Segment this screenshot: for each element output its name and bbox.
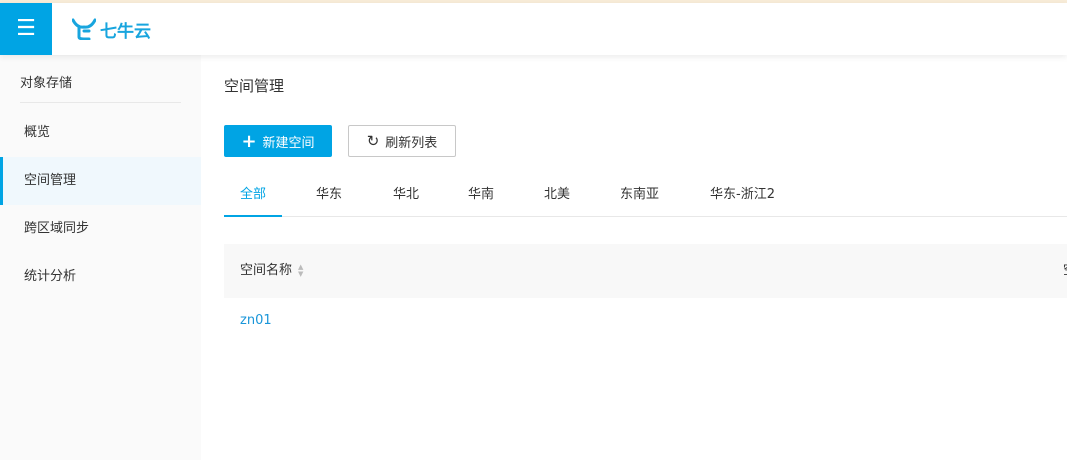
- table-header: 空间名称 ▲▼ 空间: [224, 244, 1067, 298]
- sidebar-item-statistics[interactable]: 统计分析: [0, 253, 201, 301]
- page-title: 空间管理: [224, 77, 285, 95]
- tab-north-china[interactable]: 华北: [377, 176, 435, 217]
- tab-east-china-zhejiang2[interactable]: 华东-浙江2: [694, 176, 791, 217]
- sidebar-item-bucket-management[interactable]: 空间管理: [0, 157, 201, 205]
- plus-icon: +: [241, 130, 257, 152]
- tab-all[interactable]: 全部: [224, 176, 283, 217]
- region-tabs: 全部 华东 华北 华南 北美 东南亚 华东-浙江2: [224, 176, 1067, 217]
- logo-text: 七牛云: [100, 21, 151, 42]
- column-label: 空间名称: [240, 263, 293, 278]
- tab-north-america[interactable]: 北美: [528, 176, 586, 217]
- bull-logo-icon: [72, 18, 96, 40]
- menu-icon[interactable]: ☰: [0, 3, 52, 55]
- sidebar-item-cross-region-sync[interactable]: 跨区域同步: [0, 205, 201, 253]
- sidebar-item-overview[interactable]: 概览: [0, 109, 201, 157]
- column-header-bucket-name[interactable]: 空间名称 ▲ ▼: [240, 244, 303, 298]
- sidebar: 对象存储 概览 空间管理 跨区域同步 统计分析: [0, 55, 201, 460]
- qiniu-logo[interactable]: 七牛云: [72, 15, 151, 43]
- tab-southeast-asia[interactable]: 东南亚: [604, 176, 675, 217]
- refresh-list-button[interactable]: ↻ 刷新列表: [348, 125, 456, 157]
- new-bucket-label: 新建空间: [262, 135, 315, 151]
- bucket-link-zn01[interactable]: zn01: [240, 313, 272, 328]
- refresh-list-label: 刷新列表: [385, 135, 438, 151]
- new-bucket-button[interactable]: + 新建空间: [224, 125, 332, 157]
- tab-south-china[interactable]: 华南: [452, 176, 510, 217]
- sidebar-title: 对象存储: [20, 55, 181, 103]
- refresh-icon: ↻: [366, 132, 380, 150]
- top-header: ☰ 七牛云: [0, 3, 1067, 55]
- tab-east-china[interactable]: 华东: [300, 176, 358, 217]
- sort-icon[interactable]: ▲ ▼: [298, 264, 303, 278]
- column-header-truncated: 空间: [1063, 244, 1067, 298]
